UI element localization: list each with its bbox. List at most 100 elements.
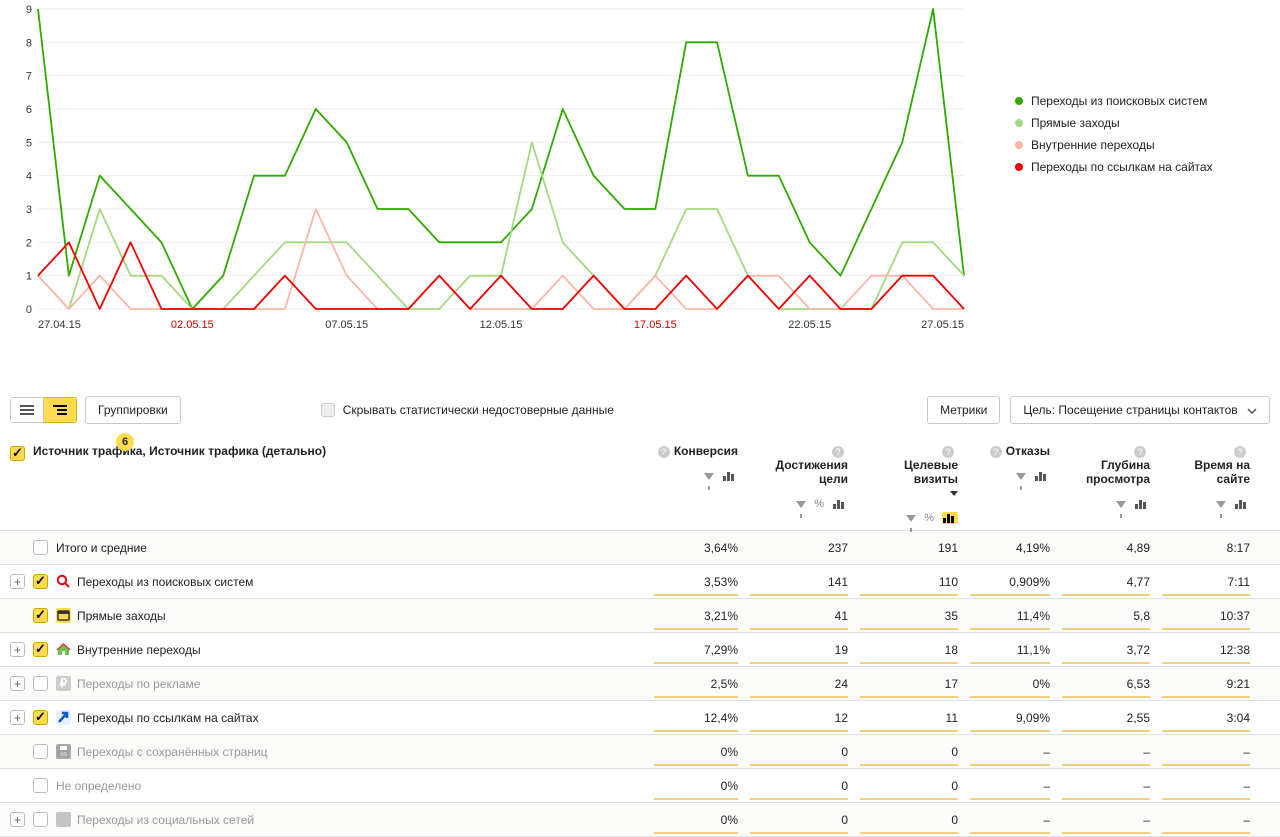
source-icon [56,642,71,657]
source-label: Переходы по рекламе [77,677,200,691]
cell-gv: 17 [854,668,964,700]
chart-toggle-icon[interactable] [722,470,738,482]
table-row: +Переходы с сохранённых страниц0%00––– [0,735,1280,769]
cell-gv: 191 [854,532,964,564]
help-icon[interactable]: ? [990,446,1002,458]
legend-dot-icon [1015,119,1023,127]
tree-view-button[interactable] [44,397,77,423]
legend-item[interactable]: Прямые заходы [1015,116,1213,130]
source-label: Переходы с сохранённых страниц [77,745,268,759]
cell-conv: 7,29% [648,634,744,666]
col-bounce[interactable]: ?Отказы [964,434,1056,488]
svg-text:27.04.15: 27.04.15 [38,319,81,331]
col-source-label: Источник трафика, Источник трафика (дета… [33,444,326,458]
help-icon[interactable]: ? [1234,446,1246,458]
row-checkbox[interactable] [33,574,48,589]
row-checkbox[interactable] [33,744,48,759]
row-checkbox[interactable] [33,710,48,725]
table-row: +Переходы из поисковых систем3,53%141110… [0,565,1280,599]
sources-table: Источник трафика, Источник трафика (дета… [0,434,1280,837]
row-checkbox[interactable] [33,676,48,691]
source-icon [56,710,71,725]
goal-select[interactable]: Цель: Посещение страницы контактов [1010,396,1270,424]
cell-conv: 3,21% [648,600,744,632]
legend-item[interactable]: Внутренние переходы [1015,138,1213,152]
legend-item[interactable]: Переходы из поисковых систем [1015,94,1213,108]
cell-gv: 35 [854,600,964,632]
cell-reach: 41 [744,600,854,632]
grouping-button[interactable]: Группировки [85,396,181,424]
cell-gv: 11 [854,702,964,734]
help-icon[interactable]: ? [1134,446,1146,458]
cell-reach: 24 [744,668,854,700]
metrics-button[interactable]: Метрики [927,396,1000,424]
cell-reach: 0 [744,804,854,836]
legend-label: Внутренние переходы [1031,138,1155,152]
cell-source: + ₽ Переходы по рекламе [0,667,648,700]
cell-gv: 0 [854,736,964,768]
source-label: Переходы из поисковых систем [77,575,253,589]
source-icon [56,812,71,827]
row-checkbox[interactable] [33,778,48,793]
row-checkbox[interactable] [33,812,48,827]
list-view-button[interactable] [10,397,44,423]
chart-toggle-icon[interactable] [832,498,848,510]
help-icon[interactable]: ? [942,446,954,458]
svg-text:₽: ₽ [60,676,68,690]
expand-button[interactable]: + [10,710,25,725]
cell-gv: 18 [854,634,964,666]
source-icon [56,744,71,759]
row-checkbox[interactable] [33,540,48,555]
filter-icon[interactable] [1016,473,1026,480]
cell-conv: 3,64% [648,532,744,564]
svg-text:4: 4 [26,171,32,183]
source-label: Не определено [56,779,141,793]
row-checkbox[interactable] [33,642,48,657]
chart-toggle-icon[interactable] [942,512,958,524]
col-goal-visits[interactable]: ?Целевые визиты % [854,434,964,530]
help-icon[interactable]: ? [658,446,670,458]
cell-gv: 110 [854,566,964,598]
filter-icon[interactable] [906,515,916,522]
cell-depth: – [1056,770,1156,802]
help-icon[interactable]: ? [832,446,844,458]
filter-icon[interactable] [796,501,806,508]
source-icon: ₽ [56,676,71,691]
expand-button[interactable]: + [10,676,25,691]
col-reaches[interactable]: ?Достижения цели % [744,434,854,516]
hide-unreliable-option[interactable]: Скрывать статистически недостоверные дан… [321,403,614,417]
svg-text:7: 7 [26,71,32,83]
filter-icon[interactable] [704,473,714,480]
cell-reach: 141 [744,566,854,598]
table-row: +₽Переходы по рекламе2,5%24170%6,539:21 [0,667,1280,701]
expand-button[interactable]: + [10,812,25,827]
chart-toggle-icon[interactable] [1134,498,1150,510]
header-checkbox[interactable] [10,446,25,461]
expand-button[interactable]: + [10,574,25,589]
col-depth[interactable]: ?Глубина просмотра [1056,434,1156,516]
cell-bounce: 4,19% [964,532,1056,564]
filter-icon[interactable] [1116,501,1126,508]
filter-icon[interactable] [1216,501,1226,508]
col-conversion[interactable]: ?Конверсия [648,434,744,488]
svg-text:22.05.15: 22.05.15 [788,319,831,331]
expand-button[interactable]: + [10,642,25,657]
source-label: Переходы по ссылкам на сайтах [77,711,259,725]
chevron-down-icon [1247,408,1257,414]
table-toolbar: Группировки Скрывать статистически недос… [0,386,1280,434]
cell-time: 10:37 [1156,600,1256,632]
legend-item[interactable]: Переходы по ссылкам на сайтах [1015,160,1213,174]
chart-toggle-icon[interactable] [1234,498,1250,510]
goal-value: Посещение страницы контактов [1058,403,1237,417]
chart-toggle-icon[interactable] [1034,470,1050,482]
col-time[interactable]: ?Время на сайте [1156,434,1256,516]
cell-depth: 3,72 [1056,634,1156,666]
col-source[interactable]: Источник трафика, Источник трафика (дета… [0,434,648,491]
row-checkbox[interactable] [33,608,48,623]
cell-bounce: 9,09% [964,702,1056,734]
cell-bounce: 0,909% [964,566,1056,598]
cell-source: + Переходы из поисковых систем [0,565,648,598]
cell-source: +Не определено [0,769,648,802]
cell-time: 3:04 [1156,702,1256,734]
cell-depth: 4,77 [1056,566,1156,598]
